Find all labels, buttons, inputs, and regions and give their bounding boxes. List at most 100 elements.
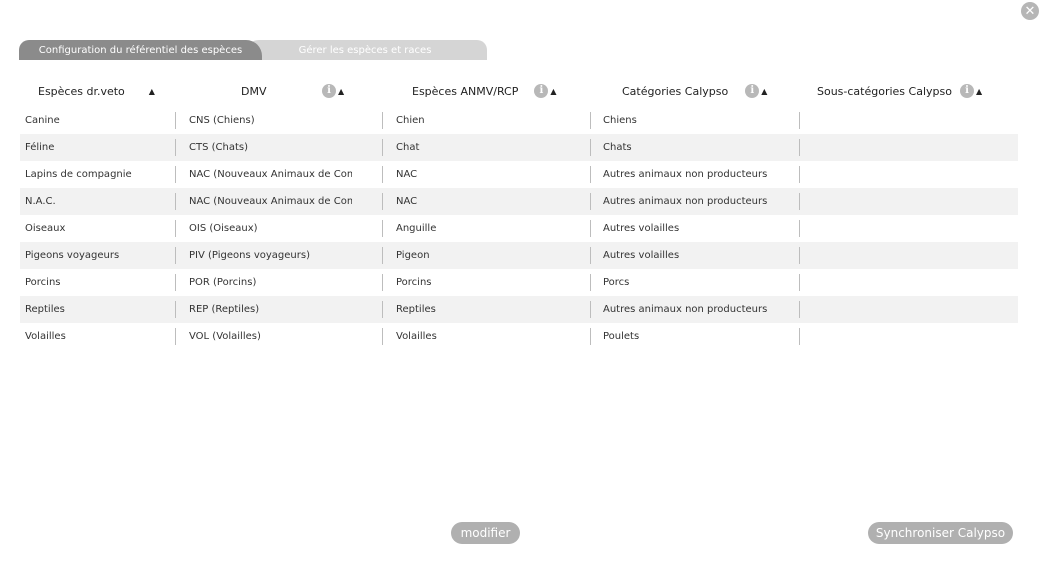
cell-espece-anmv: NAC bbox=[396, 196, 418, 207]
cell-dmv: OIS (Oiseaux) bbox=[189, 223, 258, 234]
synchroniser-calypso-button[interactable]: Synchroniser Calypso bbox=[868, 522, 1013, 544]
tab-gerer-especes-races[interactable]: Gérer les espèces et races bbox=[243, 40, 487, 60]
cell-sous-categorie-calypso bbox=[809, 215, 1009, 242]
cell-espece-anmv: Anguille bbox=[396, 223, 437, 234]
table-row[interactable]: Volailles VOL (Volailles) Volailles Poulets bbox=[20, 323, 1018, 350]
column-divider bbox=[175, 112, 176, 129]
cell-espece-drveto: Pigeons voyageurs bbox=[25, 250, 120, 261]
column-divider bbox=[175, 274, 176, 291]
cell-sous-categorie-calypso bbox=[809, 134, 1009, 161]
cell-dmv: CTS (Chats) bbox=[189, 142, 248, 153]
column-divider bbox=[175, 139, 176, 156]
cell-espece-drveto: N.A.C. bbox=[25, 196, 56, 207]
column-divider bbox=[382, 247, 383, 264]
info-icon[interactable]: i bbox=[534, 84, 549, 98]
column-header-especes-anmv[interactable]: Espèces ANMV/RCP i ▲ bbox=[412, 80, 557, 102]
cell-espece-anmv: Pigeon bbox=[396, 250, 430, 261]
cell-categorie-calypso: Poulets bbox=[603, 331, 640, 342]
column-divider bbox=[382, 274, 383, 291]
cell-espece-drveto: Reptiles bbox=[25, 304, 65, 315]
sort-asc-icon[interactable]: ▲ bbox=[149, 87, 155, 96]
table-row[interactable]: Lapins de compagnie NAC (Nouveaux Animaux… bbox=[20, 161, 1018, 188]
column-divider bbox=[175, 247, 176, 264]
cell-espece-anmv: Reptiles bbox=[396, 304, 436, 315]
cell-categorie-calypso: Chats bbox=[603, 142, 632, 153]
cell-sous-categorie-calypso bbox=[809, 107, 1009, 134]
sort-asc-icon[interactable]: ▲ bbox=[976, 87, 982, 96]
table-row[interactable]: N.A.C. NAC (Nouveaux Animaux de Compagnie… bbox=[20, 188, 1018, 215]
column-header-categories-calypso[interactable]: Catégories Calypso i ▲ bbox=[622, 80, 767, 102]
cell-dmv: CNS (Chiens) bbox=[189, 115, 255, 126]
column-divider bbox=[590, 328, 591, 345]
cell-sous-categorie-calypso bbox=[809, 323, 1009, 350]
cell-dmv: VOL (Volailles) bbox=[189, 331, 261, 342]
info-icon[interactable]: i bbox=[745, 84, 760, 98]
close-icon[interactable]: ✕ bbox=[1021, 2, 1039, 20]
cell-dmv: POR (Porcins) bbox=[189, 277, 257, 288]
column-divider bbox=[799, 220, 800, 237]
cell-categorie-calypso: Porcs bbox=[603, 277, 630, 288]
cell-sous-categorie-calypso bbox=[809, 161, 1009, 188]
cell-categorie-calypso: Autres animaux non producteurs bbox=[603, 304, 768, 315]
column-divider bbox=[590, 112, 591, 129]
table-header: Espèces dr.veto ▲ DMV i ▲ Espèces ANMV/R… bbox=[20, 80, 1018, 102]
tab-configuration-referentiel[interactable]: Configuration du référentiel des espèces bbox=[19, 40, 262, 60]
info-icon[interactable]: i bbox=[322, 84, 336, 98]
column-divider bbox=[799, 328, 800, 345]
column-divider bbox=[175, 166, 176, 183]
column-divider bbox=[175, 328, 176, 345]
cell-espece-anmv: Volailles bbox=[396, 331, 437, 342]
table-row[interactable]: Pigeons voyageurs PIV (Pigeons voyageurs)… bbox=[20, 242, 1018, 269]
table-row[interactable]: Canine CNS (Chiens) Chien Chiens bbox=[20, 107, 1018, 134]
column-divider bbox=[590, 166, 591, 183]
cell-espece-anmv: Porcins bbox=[396, 277, 432, 288]
column-header-dmv[interactable]: DMV bbox=[241, 80, 267, 102]
table-row[interactable]: Oiseaux OIS (Oiseaux) Anguille Autres volai… bbox=[20, 215, 1018, 242]
column-divider bbox=[590, 193, 591, 210]
column-divider bbox=[590, 139, 591, 156]
column-divider bbox=[382, 220, 383, 237]
column-divider bbox=[799, 274, 800, 291]
cell-dmv: REP (Reptiles) bbox=[189, 304, 260, 315]
cell-espece-anmv: Chien bbox=[396, 115, 425, 126]
table-row[interactable]: Reptiles REP (Reptiles) Reptiles Autres ani… bbox=[20, 296, 1018, 323]
info-icon[interactable]: i bbox=[959, 84, 974, 98]
column-divider bbox=[799, 301, 800, 318]
cell-espece-drveto: Volailles bbox=[25, 331, 66, 342]
column-divider bbox=[175, 193, 176, 210]
column-divider bbox=[590, 220, 591, 237]
cell-espece-drveto: Féline bbox=[25, 142, 55, 153]
cell-sous-categorie-calypso bbox=[809, 296, 1009, 323]
column-divider bbox=[382, 193, 383, 210]
table-row[interactable]: Féline CTS (Chats) Chat Chats bbox=[20, 134, 1018, 161]
column-header-sous-categories-calypso[interactable]: Sous-catégories Calypso i ▲ bbox=[817, 80, 982, 102]
column-divider bbox=[799, 193, 800, 210]
cell-espece-anmv: Chat bbox=[396, 142, 420, 153]
cell-categorie-calypso: Autres volailles bbox=[603, 223, 680, 234]
column-divider bbox=[799, 139, 800, 156]
column-divider bbox=[799, 247, 800, 264]
cell-sous-categorie-calypso bbox=[809, 269, 1009, 296]
column-divider bbox=[382, 301, 383, 318]
column-divider bbox=[590, 247, 591, 264]
table-body: Canine CNS (Chiens) Chien Chiens Féline CTS (… bbox=[20, 107, 1018, 350]
cell-dmv: NAC (Nouveaux Animaux de Compagnie) bbox=[189, 169, 352, 180]
tab-bar: Configuration du référentiel des espèces… bbox=[19, 40, 489, 60]
cell-espece-drveto: Lapins de compagnie bbox=[25, 169, 132, 180]
sort-asc-icon[interactable]: ▲ bbox=[338, 87, 344, 96]
species-table: Espèces dr.veto ▲ DMV i ▲ Espèces ANMV/R… bbox=[20, 80, 1018, 350]
cell-sous-categorie-calypso bbox=[809, 242, 1009, 269]
cell-dmv: NAC (Nouveaux Animaux de Compagnie) bbox=[189, 196, 352, 207]
cell-categorie-calypso: Autres volailles bbox=[603, 250, 680, 261]
modifier-button[interactable]: modifier bbox=[451, 522, 520, 544]
cell-espece-anmv: NAC bbox=[396, 169, 418, 180]
table-row[interactable]: Porcins POR (Porcins) Porcins Porcs bbox=[20, 269, 1018, 296]
cell-categorie-calypso: Autres animaux non producteurs bbox=[603, 196, 768, 207]
cell-categorie-calypso: Autres animaux non producteurs bbox=[603, 169, 768, 180]
sort-asc-icon[interactable]: ▲ bbox=[550, 87, 556, 96]
sort-asc-icon[interactable]: ▲ bbox=[761, 87, 767, 96]
cell-espece-drveto: Canine bbox=[25, 115, 60, 126]
column-divider bbox=[799, 166, 800, 183]
column-header-especes-drveto[interactable]: Espèces dr.veto ▲ bbox=[38, 80, 155, 102]
cell-dmv: PIV (Pigeons voyageurs) bbox=[189, 250, 310, 261]
